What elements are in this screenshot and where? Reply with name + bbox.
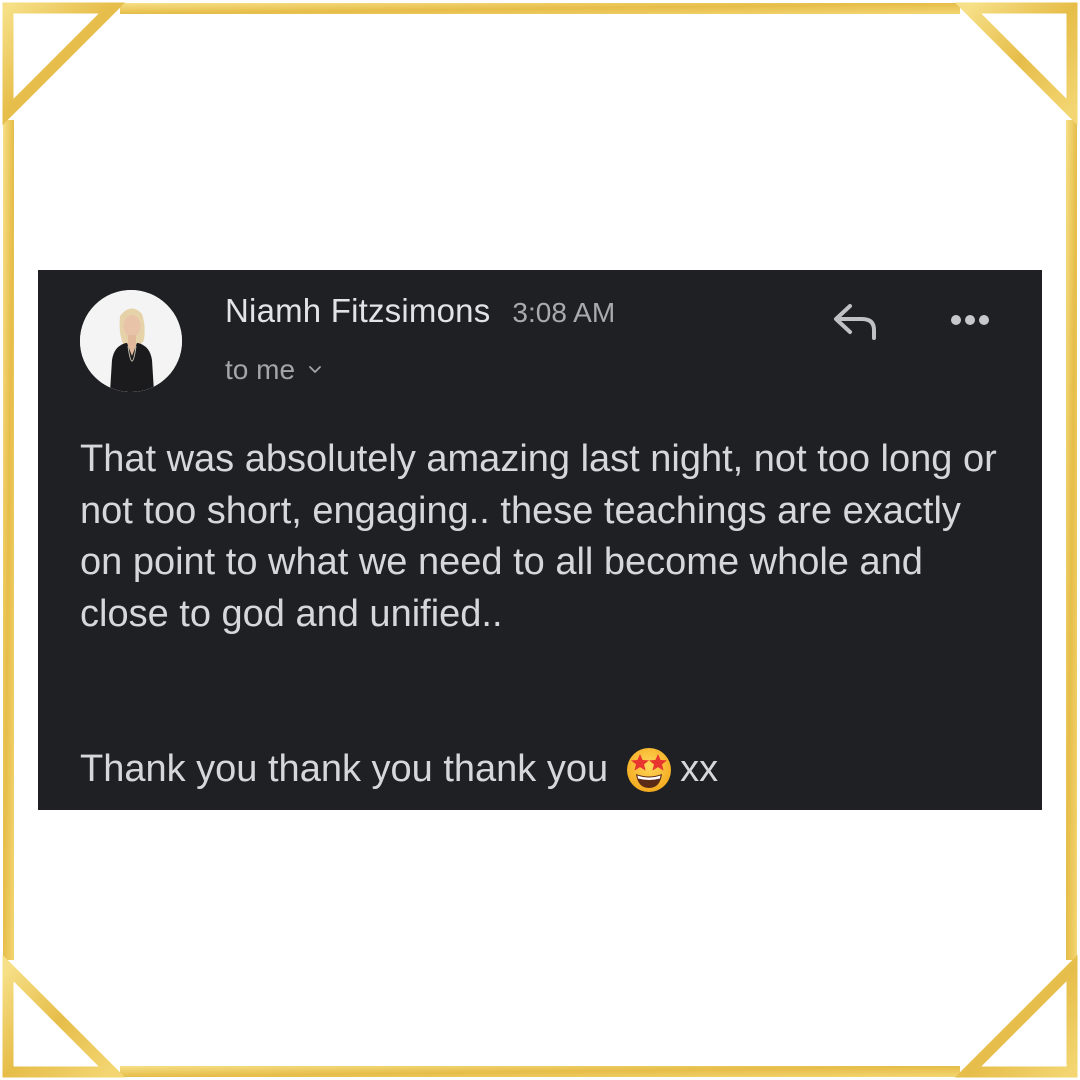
- ellipsis-icon: [951, 315, 989, 325]
- reply-icon: [834, 304, 876, 340]
- sender-name[interactable]: Niamh Fitzsimons: [225, 292, 490, 330]
- chevron-down-icon: [309, 366, 321, 373]
- message-timestamp: 3:08 AM: [512, 297, 616, 328]
- closing-text: Thank you thank you thank you: [80, 748, 609, 790]
- star-struck-emoji-icon: [624, 745, 674, 795]
- sender-header: Niamh Fitzsimons 3:08 AM: [225, 292, 615, 330]
- reply-button[interactable]: [830, 296, 886, 344]
- closing-suffix: xx: [680, 748, 719, 790]
- message-body: That was absolutely amazing last night, …: [80, 434, 1010, 640]
- message-closing: Thank you thank you thank you xx: [80, 744, 718, 796]
- message-paragraph: That was absolutely amazing last night, …: [80, 438, 997, 635]
- sender-avatar[interactable]: [80, 290, 182, 392]
- recipient-label: to me: [225, 354, 296, 385]
- avatar-photo-icon: [80, 290, 182, 392]
- recipient-details-toggle[interactable]: to me: [225, 354, 323, 386]
- email-message-card: Niamh Fitzsimons 3:08 AM to me That was …: [38, 270, 1042, 810]
- more-options-button[interactable]: [942, 302, 998, 338]
